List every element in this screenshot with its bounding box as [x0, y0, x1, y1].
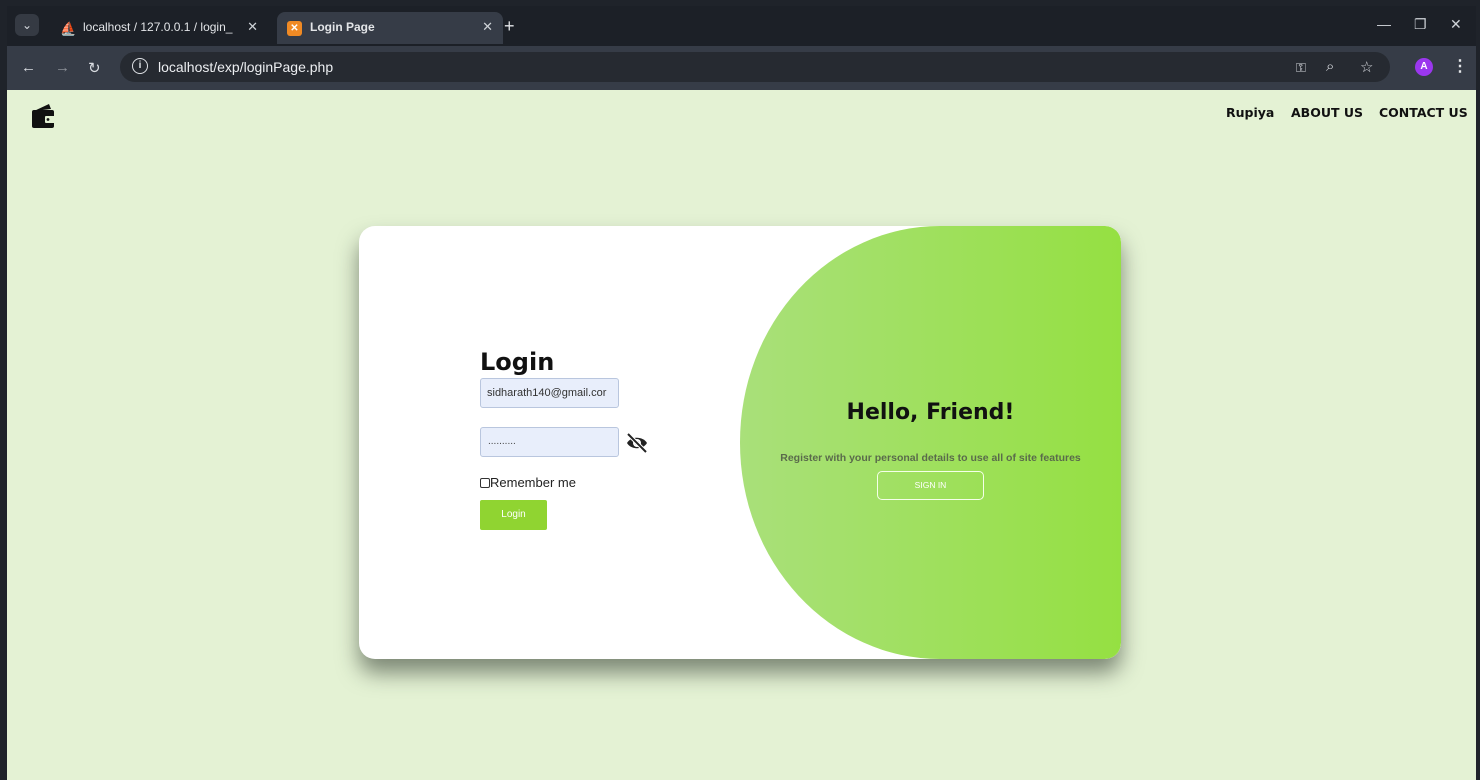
- close-icon[interactable]: ✕: [247, 19, 258, 35]
- tab-title: Login Page: [310, 20, 375, 34]
- tab-login-page[interactable]: ✕ Login Page ✕: [277, 12, 503, 44]
- minimize-button[interactable]: —: [1377, 16, 1391, 32]
- login-card: Login .......... Remember me Login Hello…: [359, 226, 1121, 659]
- sign-in-button[interactable]: SIGN IN: [877, 471, 984, 500]
- back-button[interactable]: ←: [21, 59, 36, 76]
- info-icon[interactable]: i: [132, 58, 148, 74]
- reload-button[interactable]: ↻: [88, 59, 101, 77]
- forward-button[interactable]: →: [55, 59, 70, 76]
- nav-rupiya[interactable]: Rupiya: [1226, 105, 1274, 120]
- xampp-icon: ✕: [287, 21, 302, 36]
- avatar[interactable]: A: [1415, 58, 1433, 76]
- wallet-icon[interactable]: [29, 102, 59, 132]
- close-icon[interactable]: ✕: [482, 19, 493, 35]
- email-field[interactable]: [480, 378, 619, 408]
- register-text: Register with your personal details to u…: [780, 452, 1081, 464]
- remember-me-label: Remember me: [490, 475, 576, 490]
- phpmyadmin-icon: ⛵: [60, 21, 77, 36]
- new-tab-button[interactable]: +: [504, 16, 515, 37]
- password-field[interactable]: ..........: [480, 427, 619, 457]
- window-close-button[interactable]: ✕: [1450, 16, 1462, 33]
- url-text: localhost/exp/loginPage.php: [158, 59, 334, 75]
- magnifier-icon[interactable]: ⌕: [1326, 58, 1334, 75]
- remember-me-checkbox[interactable]: Remember me: [480, 475, 576, 490]
- eye-slash-icon[interactable]: [625, 432, 649, 454]
- address-bar[interactable]: i localhost/exp/loginPage.php ⚿ ⌕ ☆: [120, 52, 1390, 82]
- login-button[interactable]: Login: [480, 500, 547, 530]
- tab-list-button[interactable]: ⌄: [15, 14, 39, 36]
- browser-window: ⌄ ⛵ localhost / 127.0.0.1 / login_reg ✕ …: [7, 6, 1476, 780]
- tab-bar: ⌄ ⛵ localhost / 127.0.0.1 / login_reg ✕ …: [7, 6, 1476, 46]
- welcome-panel: [740, 226, 1121, 659]
- tab-title: localhost / 127.0.0.1 / login_reg: [83, 20, 233, 34]
- page-content: Rupiya ABOUT US CONTACT US Login .......…: [7, 90, 1476, 780]
- nav-about-us[interactable]: ABOUT US: [1291, 105, 1363, 120]
- hello-title: Hello, Friend!: [846, 400, 1015, 425]
- restore-button[interactable]: ❐: [1414, 16, 1427, 33]
- kebab-icon[interactable]: ⋮: [1452, 56, 1468, 76]
- nav-contact-us[interactable]: CONTACT US: [1379, 105, 1468, 120]
- star-icon[interactable]: ☆: [1360, 58, 1373, 76]
- checkbox[interactable]: [480, 477, 490, 488]
- tab-phpmyadmin[interactable]: ⛵ localhost / 127.0.0.1 / login_reg ✕: [50, 12, 268, 44]
- password-mask: ..........: [488, 436, 516, 447]
- browser-toolbar: ← → ↻ i localhost/exp/loginPage.php ⚿ ⌕ …: [7, 46, 1476, 90]
- login-title: Login: [480, 348, 555, 376]
- key-icon[interactable]: ⚿: [1296, 60, 1306, 76]
